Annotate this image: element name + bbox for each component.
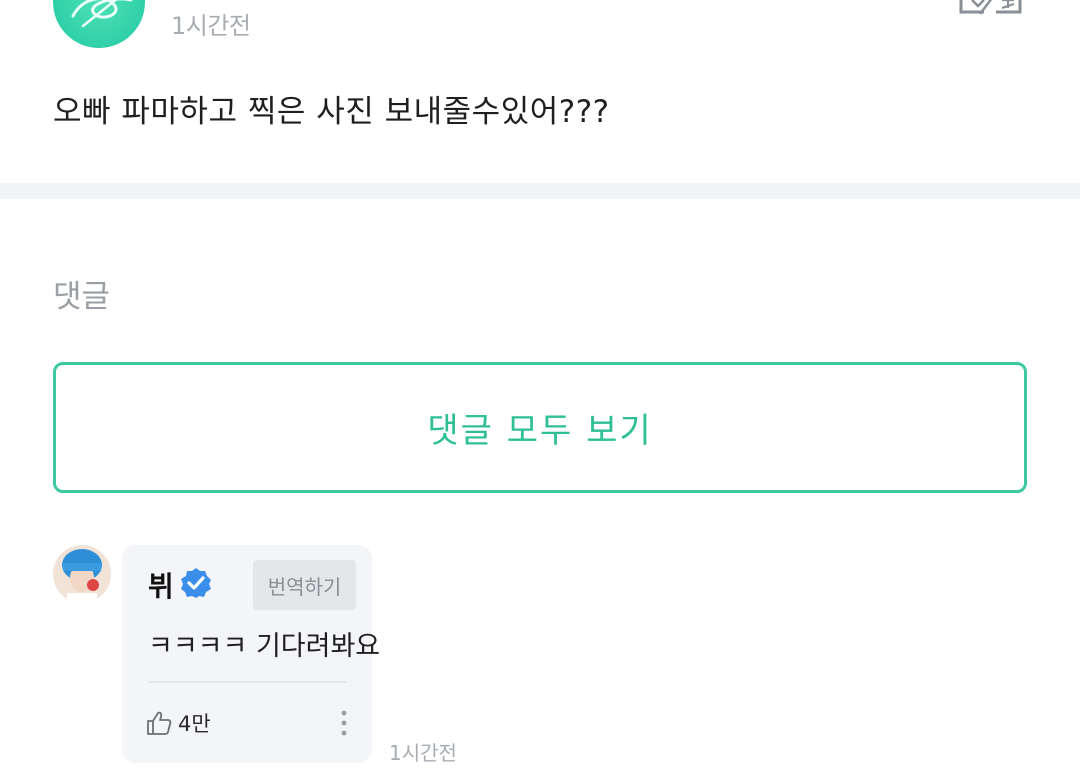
post-timestamp: 1시간전: [171, 12, 251, 40]
section-divider: [0, 183, 1080, 199]
view-all-comments-button[interactable]: 댓글 모두 보기: [53, 362, 1027, 493]
comment-body-text: ㅋㅋㅋㅋ 기다려봐요: [148, 631, 381, 662]
comment-divider: [148, 681, 346, 683]
verified-badge-icon: [181, 568, 211, 598]
post-detail-page: 1시간전 오빠 파마하고 찍은 사진 보내줄수있어??? 댓글 댓글 모두 보기…: [0, 0, 1080, 777]
translate-icon[interactable]: [958, 0, 1022, 24]
post-author-avatar[interactable]: [53, 0, 145, 48]
like-button[interactable]: 4만: [146, 708, 211, 738]
comments-heading: 댓글: [53, 279, 111, 315]
comment-author-avatar[interactable]: [53, 545, 111, 603]
post-body-text: 오빠 파마하고 찍은 사진 보내줄수있어???: [53, 94, 610, 130]
comment-author-name[interactable]: 뷔: [148, 565, 174, 605]
more-vertical-icon[interactable]: [336, 709, 352, 737]
comment-timestamp: 1시간전: [389, 741, 457, 765]
thumbs-up-icon: [147, 711, 172, 735]
avatar-photo: [53, 545, 111, 603]
like-count: 4만: [178, 712, 211, 736]
signature-logo-icon: [71, 0, 133, 28]
translate-comment-button[interactable]: 번역하기: [253, 560, 356, 610]
view-all-comments-label: 댓글 모두 보기: [427, 411, 653, 451]
comment-card: 뷔 번역하기 ㅋㅋㅋㅋ 기다려봐요 4만: [122, 545, 380, 763]
